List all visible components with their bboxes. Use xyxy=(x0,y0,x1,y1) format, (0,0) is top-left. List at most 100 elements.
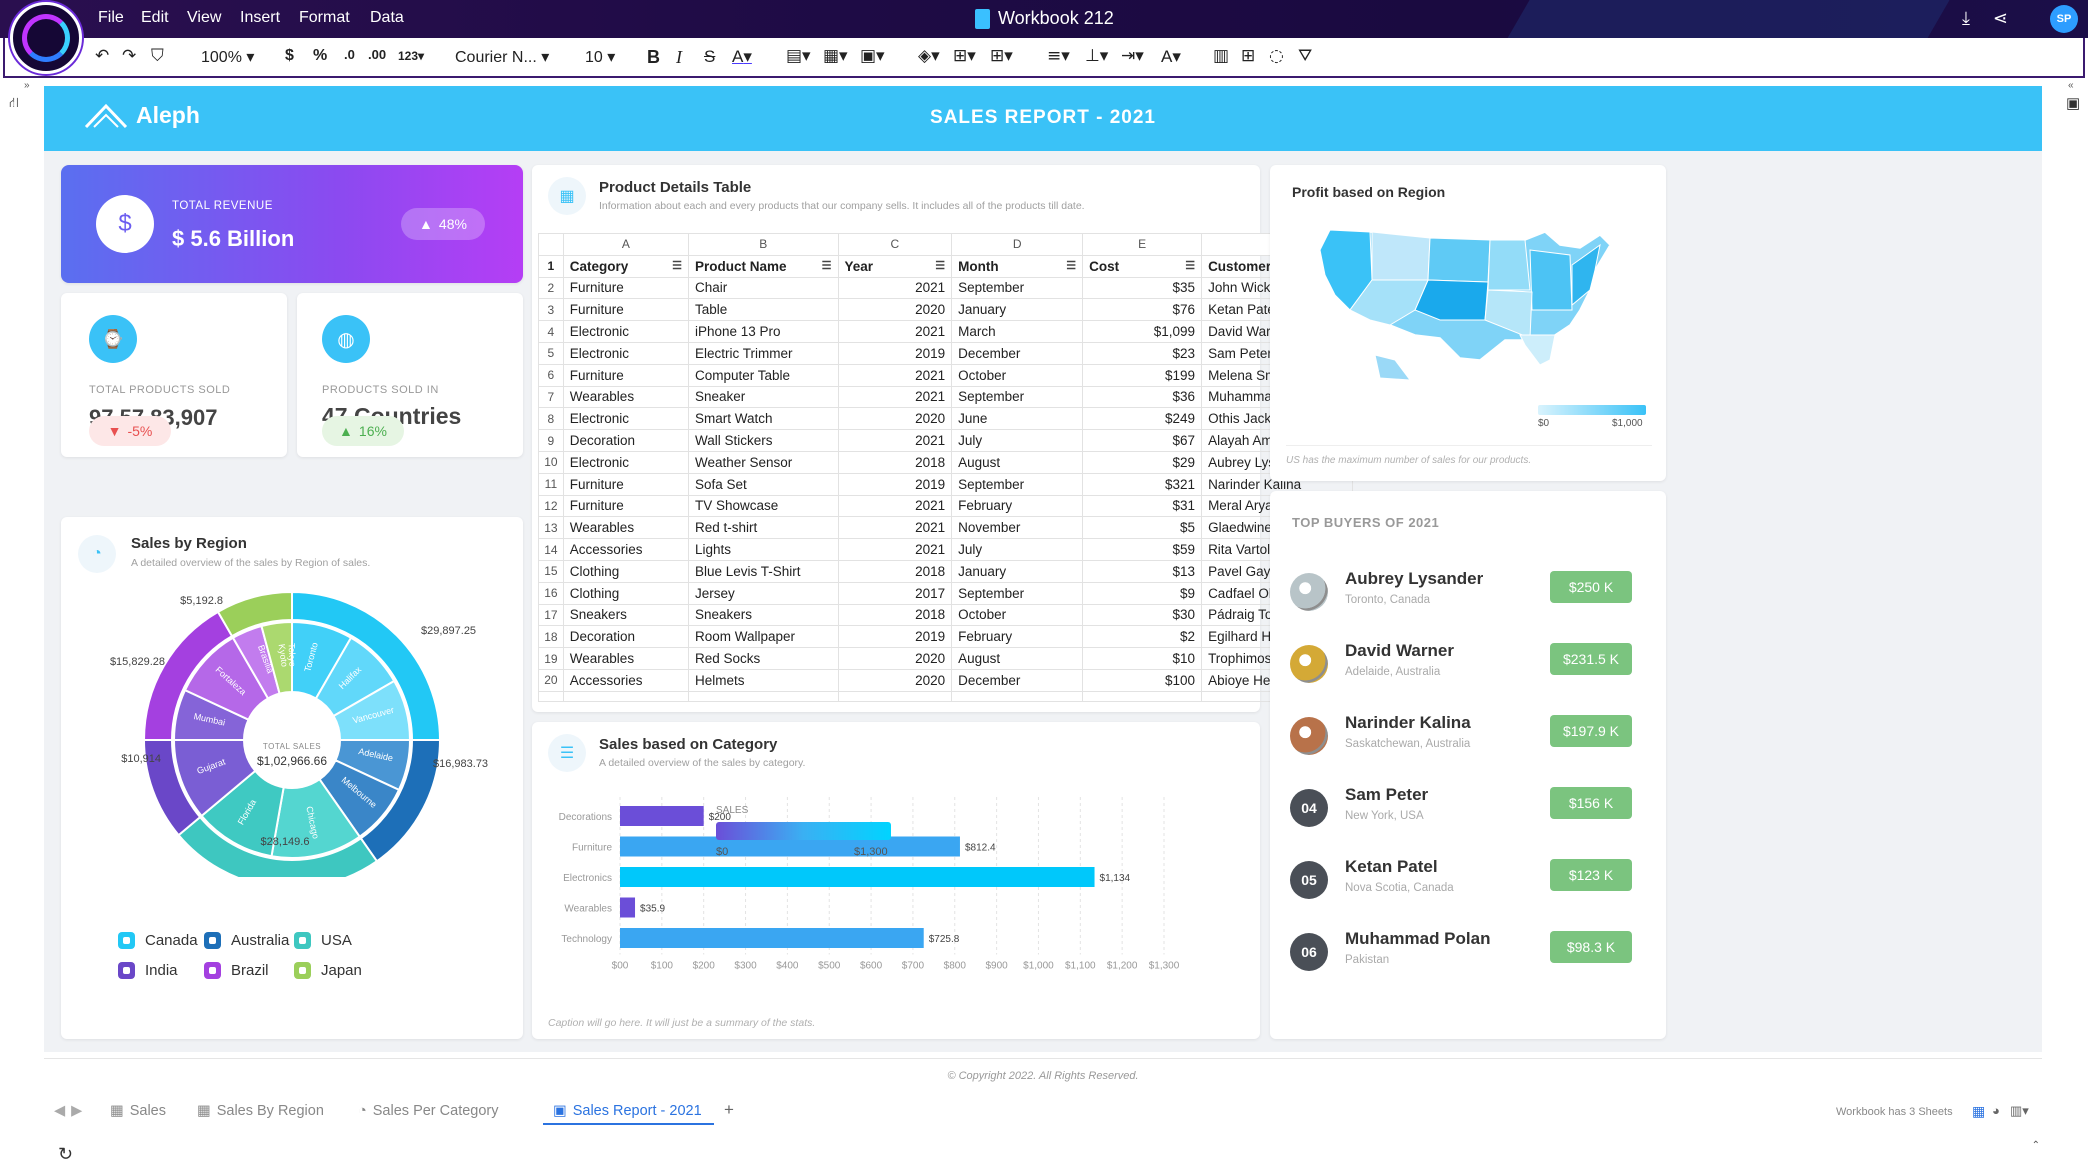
table-cell[interactable]: $76 xyxy=(1082,298,1203,322)
chart-icon[interactable]: ▥ xyxy=(1213,46,1229,66)
table-cell[interactable] xyxy=(538,690,564,702)
fill-color-icon[interactable]: ▤▾ xyxy=(786,46,811,66)
table-cell[interactable]: $2 xyxy=(1082,625,1203,649)
percent-button[interactable]: % xyxy=(313,47,327,65)
table-cell[interactable]: 2018 xyxy=(837,450,953,474)
row-number[interactable]: 2 xyxy=(538,276,564,300)
legend-item[interactable]: Australia xyxy=(204,932,289,949)
table-cell[interactable]: 2020 xyxy=(837,668,953,692)
table-cell[interactable]: $249 xyxy=(1082,407,1203,431)
column-letter[interactable]: D xyxy=(951,233,1084,256)
table-cell[interactable]: Decoration xyxy=(562,429,689,452)
filter-icon[interactable]: ☰ xyxy=(1185,259,1195,272)
table-cell[interactable]: Sofa Set xyxy=(687,472,839,496)
filter-icon[interactable]: ☰ xyxy=(672,259,682,272)
table-cell[interactable]: September xyxy=(951,385,1084,409)
tab-sales-by-region[interactable]: ▦ Sales By Region xyxy=(197,1103,324,1119)
table-cell[interactable]: Clothing xyxy=(562,559,689,583)
column-header[interactable]: Category ☰ xyxy=(562,254,689,278)
table-cell[interactable]: Wearables xyxy=(562,385,689,409)
table-cell[interactable]: 2020 xyxy=(837,298,953,322)
borders-icon[interactable]: ▦▾ xyxy=(823,46,848,66)
font-family-select[interactable]: Courier N... ▾ xyxy=(455,47,549,67)
bar[interactable] xyxy=(620,928,924,948)
comment-icon[interactable]: ◌ xyxy=(1269,46,1284,66)
menu-insert[interactable]: Insert xyxy=(240,9,280,27)
table-cell[interactable]: Wearables xyxy=(562,647,689,670)
tab-sales-report-2021[interactable]: ▣ Sales Report - 2021 xyxy=(543,1100,714,1125)
table-cell[interactable]: $36 xyxy=(1082,385,1203,409)
column-letter[interactable]: A xyxy=(562,233,689,256)
text-wrap-icon[interactable]: ⇥▾ xyxy=(1121,46,1144,66)
table-cell[interactable]: September xyxy=(951,472,1084,496)
row-number[interactable]: 17 xyxy=(538,603,564,627)
table-cell[interactable]: 2021 xyxy=(837,276,953,300)
table-cell[interactable] xyxy=(951,690,1084,702)
buyer-item[interactable]: 05 Ketan Patel Nova Scotia, Canada $123 K xyxy=(1290,853,1644,913)
row-number[interactable]: 4 xyxy=(538,320,564,343)
row-number[interactable]: 8 xyxy=(538,407,564,431)
table-cell[interactable]: December xyxy=(951,341,1084,365)
increase-decimal-button[interactable]: .00 xyxy=(368,47,386,62)
buyer-item[interactable]: Aubrey Lysander Toronto, Canada $250 K xyxy=(1290,565,1644,625)
row-number[interactable]: 3 xyxy=(538,298,564,322)
row-number[interactable]: 16 xyxy=(538,581,564,605)
table-cell[interactable]: 2017 xyxy=(837,581,953,605)
currency-button[interactable]: $ xyxy=(285,47,294,65)
legend-item[interactable]: USA xyxy=(294,932,352,949)
filter-icon[interactable]: ☰ xyxy=(822,259,832,272)
table-cell[interactable]: Accessories xyxy=(562,668,689,692)
legend-item[interactable]: Brazil xyxy=(204,962,269,979)
table-cell[interactable]: February xyxy=(951,494,1084,518)
bar[interactable] xyxy=(620,806,704,826)
table-cell[interactable]: $59 xyxy=(1082,538,1203,561)
column-header[interactable]: Year ☰ xyxy=(837,254,953,278)
table-cell[interactable]: $13 xyxy=(1082,559,1203,583)
buyer-item[interactable]: 06 Muhammad Polan Pakistan $98.3 K xyxy=(1290,925,1644,985)
table-cell[interactable]: iPhone 13 Pro xyxy=(687,320,839,343)
legend-item[interactable]: Japan xyxy=(294,962,362,979)
table-cell[interactable]: $321 xyxy=(1082,472,1203,496)
row-number[interactable]: 14 xyxy=(538,538,564,561)
table-cell[interactable]: Smart Watch xyxy=(687,407,839,431)
table-cell[interactable]: October xyxy=(951,603,1084,627)
grid-view-icon[interactable]: ▦ xyxy=(1972,1103,1985,1120)
row-number[interactable]: 19 xyxy=(538,647,564,670)
text-rotation-button[interactable]: A▾ xyxy=(1161,47,1181,67)
bar[interactable] xyxy=(620,867,1095,887)
app-logo[interactable] xyxy=(10,2,82,74)
align-left-icon[interactable]: ≡▾ xyxy=(1047,46,1070,66)
table-cell[interactable]: 2021 xyxy=(837,429,953,452)
table-cell[interactable]: 2020 xyxy=(837,407,953,431)
strikethrough-button[interactable]: S xyxy=(704,47,715,67)
row-number[interactable]: 15 xyxy=(538,559,564,583)
merge-cells-icon[interactable]: ▣▾ xyxy=(860,46,885,66)
table-cell[interactable]: 2021 xyxy=(837,516,953,540)
download-icon[interactable]: ⤓ xyxy=(1962,8,1970,29)
table-cell[interactable]: $9 xyxy=(1082,581,1203,605)
legend-item[interactable]: Canada xyxy=(118,932,198,949)
row-number[interactable]: 10 xyxy=(538,450,564,474)
table-cell[interactable]: $30 xyxy=(1082,603,1203,627)
table-cell[interactable]: 2018 xyxy=(837,559,953,583)
table-cell[interactable]: $67 xyxy=(1082,429,1203,452)
row-number[interactable]: 7 xyxy=(538,385,564,409)
table-cell[interactable]: 2019 xyxy=(837,341,953,365)
insert-cell-icon[interactable]: ⊞▾ xyxy=(990,46,1013,66)
row-number[interactable]: 12 xyxy=(538,494,564,518)
column-header[interactable]: Month ☰ xyxy=(951,254,1084,278)
table-cell[interactable]: 2021 xyxy=(837,538,953,561)
user-avatar[interactable]: SP xyxy=(2050,5,2078,33)
table-cell[interactable]: Accessories xyxy=(562,538,689,561)
table-cell[interactable]: $100 xyxy=(1082,668,1203,692)
document-title[interactable]: Workbook 212 xyxy=(975,8,1114,29)
table-cell[interactable]: Sneaker xyxy=(687,385,839,409)
vertical-align-icon[interactable]: ⊥▾ xyxy=(1085,46,1108,66)
text-color-button[interactable]: A▾ xyxy=(732,47,752,67)
table-cell[interactable]: 2021 xyxy=(837,320,953,343)
column-letter[interactable]: C xyxy=(837,233,953,256)
table-cell[interactable]: $10 xyxy=(1082,647,1203,670)
table-cell[interactable]: Clothing xyxy=(562,581,689,605)
table-cell[interactable]: September xyxy=(951,581,1084,605)
table-cell[interactable]: $35 xyxy=(1082,276,1203,300)
